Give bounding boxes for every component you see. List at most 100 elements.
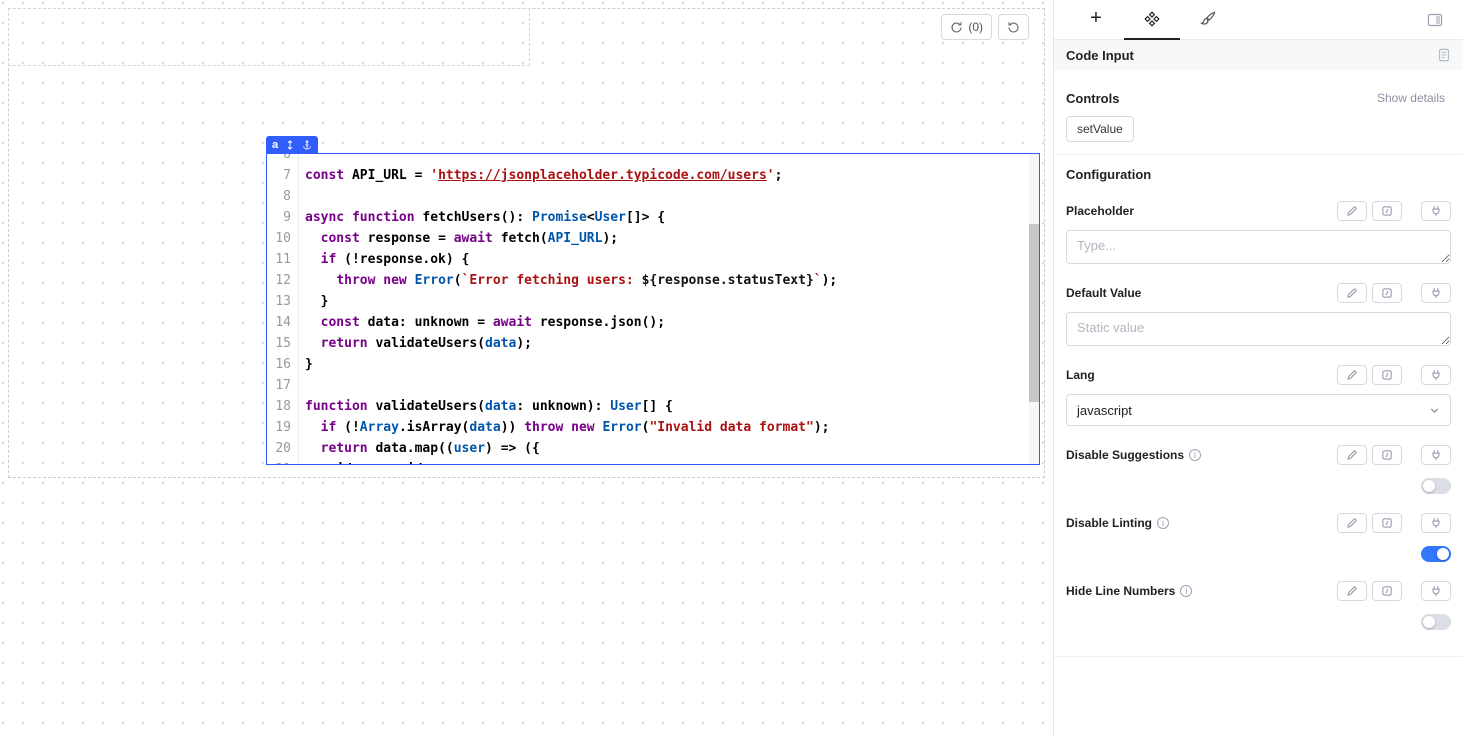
hide-line-numbers-toggle[interactable] — [1421, 614, 1451, 630]
property-actions — [1337, 283, 1451, 303]
show-details-link[interactable]: Show details — [1371, 90, 1451, 106]
edit-button[interactable] — [1337, 283, 1367, 303]
info-icon[interactable]: i — [1189, 449, 1201, 461]
transform-button[interactable] — [1372, 283, 1402, 303]
property-header: Placeholder — [1066, 200, 1451, 222]
code-token: ` — [814, 273, 822, 288]
property-row: Placeholder — [1066, 200, 1451, 264]
code-line[interactable]: 8 — [267, 186, 1039, 207]
code-text — [299, 375, 313, 396]
property-header: Default Value — [1066, 282, 1451, 304]
edit-button[interactable] — [1337, 201, 1367, 221]
code-line[interactable]: 17 — [267, 375, 1039, 396]
code-line[interactable]: 15 return validateUsers(data); — [267, 333, 1039, 354]
default-value-input[interactable] — [1066, 312, 1451, 346]
info-icon[interactable]: i — [1157, 517, 1169, 529]
code-line[interactable]: 12 throw new Error(`Error fetching users… — [267, 270, 1039, 291]
plug-icon — [1430, 369, 1442, 381]
connect-button[interactable] — [1421, 283, 1451, 303]
connect-button[interactable] — [1421, 513, 1451, 533]
code-token: new — [571, 420, 594, 435]
code-line[interactable]: 21 id: user.id, — [267, 459, 1039, 465]
code-token: [] { — [642, 399, 673, 414]
code-line[interactable]: 14 const data: unknown = await response.… — [267, 312, 1039, 333]
edit-button[interactable] — [1337, 365, 1367, 385]
tab-insert[interactable]: + — [1068, 0, 1124, 40]
code-text: async function fetchUsers(): Promise<Use… — [299, 207, 665, 228]
code-token: validateUsers — [375, 399, 477, 414]
code-input-widget[interactable]: 6 7const API_URL = 'https://jsonplacehol… — [266, 153, 1040, 465]
lang-select[interactable]: javascript — [1066, 394, 1451, 426]
disable-linting-toggle[interactable] — [1421, 546, 1451, 562]
property-label: Default Value — [1066, 286, 1141, 300]
line-number: 12 — [267, 270, 299, 291]
code-line[interactable]: 20 return data.map((user) => ({ — [267, 438, 1039, 459]
code-token: User — [595, 210, 626, 225]
connect-button[interactable] — [1421, 365, 1451, 385]
transform-button[interactable] — [1372, 201, 1402, 221]
transform-button[interactable] — [1372, 513, 1402, 533]
code-token: response = — [360, 231, 454, 246]
transform-button[interactable] — [1372, 581, 1402, 601]
transform-button[interactable] — [1372, 445, 1402, 465]
property-header: Disable Lintingi — [1066, 512, 1451, 534]
code-line[interactable]: 19 if (!Array.isArray(data)) throw new E… — [267, 417, 1039, 438]
code-token: function — [352, 210, 415, 225]
property-header: Hide Line Numbersi — [1066, 580, 1451, 602]
code-line[interactable]: 10 const response = await fetch(API_URL)… — [267, 228, 1039, 249]
height-icon[interactable] — [286, 140, 294, 150]
code-line[interactable]: 7const API_URL = 'https://jsonplaceholde… — [267, 165, 1039, 186]
code-token: API_URL — [548, 231, 603, 246]
tab-components[interactable] — [1124, 0, 1180, 40]
code-line[interactable]: 16} — [267, 354, 1039, 375]
editor-canvas[interactable]: (0) a 6 7const API_URL = 'https://jsonpl… — [0, 0, 1053, 736]
history-button[interactable] — [998, 14, 1029, 40]
toggle-row — [1066, 546, 1451, 562]
tab-theme[interactable] — [1180, 0, 1236, 40]
bottom-divider — [1054, 656, 1463, 657]
docs-icon[interactable] — [1437, 48, 1451, 62]
code-line[interactable]: 13 } — [267, 291, 1039, 312]
code-token: []> { — [626, 210, 665, 225]
line-number: 13 — [267, 291, 299, 312]
line-number: 15 — [267, 333, 299, 354]
components-icon — [1144, 11, 1160, 27]
code-token: ( — [540, 231, 548, 246]
connect-button[interactable] — [1421, 201, 1451, 221]
code-text: if (!Array.isArray(data)) throw new Erro… — [299, 417, 829, 438]
anchor-icon[interactable] — [302, 140, 312, 150]
collapse-panel-button[interactable] — [1421, 11, 1449, 29]
line-number: 21 — [267, 459, 299, 465]
code-token: `Error fetching users: — [462, 273, 642, 288]
code-text: const data: unknown = await response.jso… — [299, 312, 665, 333]
refresh-button[interactable]: (0) — [941, 14, 992, 40]
code-token: (); — [642, 315, 665, 330]
edit-button[interactable] — [1337, 513, 1367, 533]
info-icon[interactable]: i — [1180, 585, 1192, 597]
editor-scrollbar[interactable] — [1029, 224, 1039, 402]
connect-button[interactable] — [1421, 445, 1451, 465]
pencil-icon — [1346, 205, 1358, 217]
canvas-header-container[interactable] — [8, 8, 530, 66]
code-line[interactable]: 11 if (!response.ok) { — [267, 249, 1039, 270]
line-number: 6 — [267, 153, 299, 165]
code-line[interactable]: 18function validateUsers(data: unknown):… — [267, 396, 1039, 417]
setvalue-method-button[interactable]: setValue — [1066, 116, 1134, 142]
refresh-icon — [950, 21, 963, 34]
edit-button[interactable] — [1337, 581, 1367, 601]
code-token: ' — [767, 168, 775, 183]
toggle-knob — [1423, 480, 1435, 492]
code-line[interactable]: 9async function fetchUsers(): Promise<Us… — [267, 207, 1039, 228]
line-number: 19 — [267, 417, 299, 438]
text-style-icon[interactable]: a — [272, 140, 278, 150]
placeholder-input[interactable] — [1066, 230, 1451, 264]
connect-button[interactable] — [1421, 581, 1451, 601]
code-token: ); — [602, 231, 618, 246]
disable-suggestions-toggle[interactable] — [1421, 478, 1451, 494]
edit-button[interactable] — [1337, 445, 1367, 465]
code-token: } — [305, 294, 328, 309]
code-text: } — [299, 291, 328, 312]
transform-button[interactable] — [1372, 365, 1402, 385]
code-token: Promise — [532, 210, 587, 225]
code-line[interactable]: 6 — [267, 153, 1039, 165]
